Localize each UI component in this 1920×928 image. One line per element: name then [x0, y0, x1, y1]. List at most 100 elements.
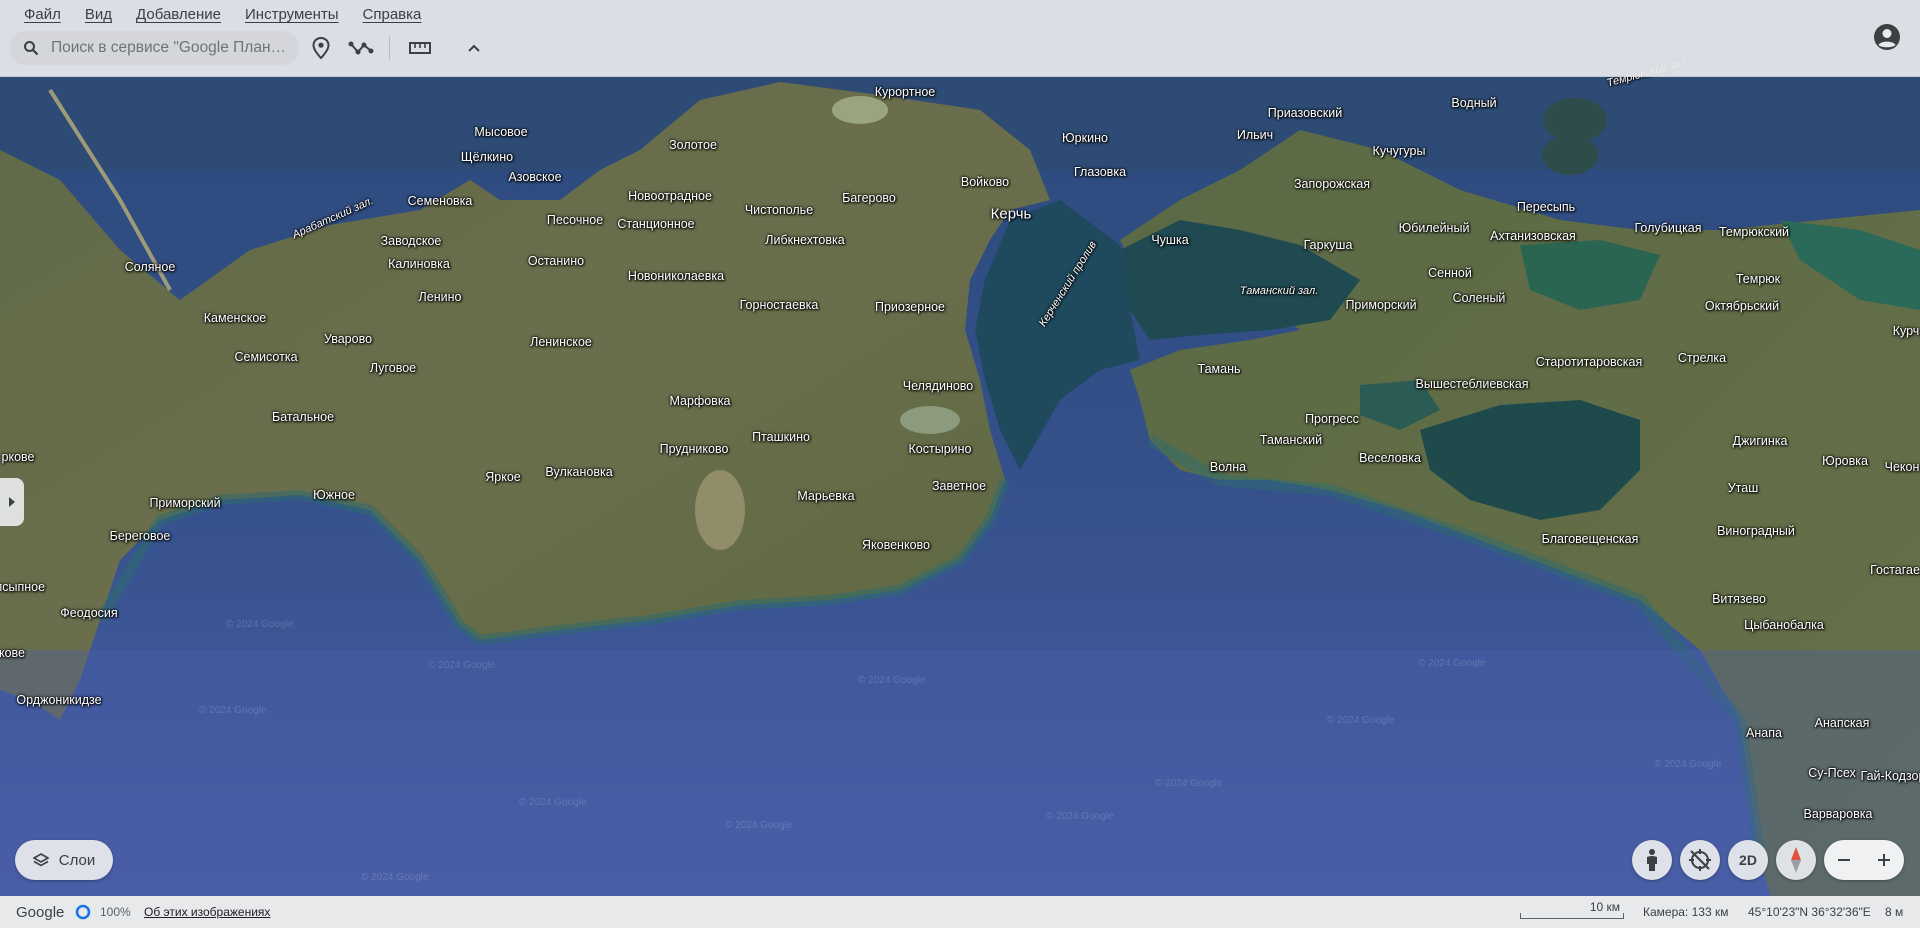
- layers-button[interactable]: Слои: [15, 840, 113, 880]
- place-label[interactable]: Запорожская: [1294, 177, 1370, 191]
- place-label[interactable]: Южное: [313, 488, 355, 502]
- menu-add[interactable]: Добавление: [124, 4, 233, 26]
- place-label[interactable]: Орджоникидзе: [16, 693, 101, 707]
- place-label[interactable]: Яковенково: [862, 538, 930, 552]
- place-label[interactable]: Волна: [1210, 460, 1246, 474]
- place-label[interactable]: лсыпное: [0, 580, 45, 594]
- place-label[interactable]: Юркино: [1062, 131, 1108, 145]
- place-label[interactable]: Таманский: [1260, 433, 1322, 447]
- place-label[interactable]: Гаркуша: [1304, 238, 1353, 252]
- place-label[interactable]: Прогресс: [1305, 412, 1359, 426]
- place-label[interactable]: Керчь: [991, 206, 1032, 223]
- place-label[interactable]: Гостагае: [1870, 563, 1920, 577]
- place-label[interactable]: Кучугуры: [1373, 144, 1426, 158]
- place-label[interactable]: Ильич: [1237, 128, 1273, 142]
- place-label[interactable]: Марфовка: [669, 394, 730, 408]
- place-label[interactable]: Багерово: [842, 191, 896, 205]
- place-label[interactable]: Каменское: [204, 311, 266, 325]
- path-button[interactable]: [343, 31, 379, 65]
- place-label[interactable]: Челядиново: [903, 379, 974, 393]
- ruler-button[interactable]: [402, 31, 438, 65]
- place-label[interactable]: Варваровка: [1804, 807, 1873, 821]
- menu-tools[interactable]: Инструменты: [233, 4, 351, 26]
- place-label[interactable]: Костырино: [909, 442, 972, 456]
- place-label[interactable]: Водный: [1451, 96, 1496, 110]
- place-label[interactable]: Семеновка: [408, 194, 473, 208]
- place-label[interactable]: Су-Псех: [1808, 766, 1856, 780]
- place-label[interactable]: Глазовка: [1074, 165, 1126, 179]
- compass-button[interactable]: [1776, 840, 1816, 880]
- place-label[interactable]: Семисотка: [234, 350, 297, 364]
- reset-tilt-button[interactable]: [1680, 840, 1720, 880]
- place-label[interactable]: Юровка: [1822, 454, 1868, 468]
- place-label[interactable]: Вышестеблиевская: [1416, 377, 1529, 391]
- place-label[interactable]: Ахтанизовская: [1490, 229, 1576, 243]
- place-label[interactable]: Войково: [961, 175, 1009, 189]
- place-label[interactable]: Витязево: [1712, 592, 1766, 606]
- place-label[interactable]: Старотитаровская: [1536, 355, 1643, 369]
- place-label[interactable]: Горностаевка: [740, 298, 819, 312]
- place-label[interactable]: Песочное: [547, 213, 603, 227]
- place-label[interactable]: Голубицкая: [1634, 221, 1701, 235]
- place-label[interactable]: Курч: [1893, 324, 1920, 338]
- place-label[interactable]: Цыбанобалка: [1744, 618, 1824, 632]
- place-label[interactable]: Батальное: [272, 410, 334, 424]
- place-label[interactable]: кове: [0, 646, 25, 660]
- placemark-button[interactable]: [303, 31, 339, 65]
- place-label[interactable]: Азовское: [508, 170, 561, 184]
- place-label[interactable]: Пересыпь: [1517, 200, 1575, 214]
- place-label[interactable]: Приазовский: [1268, 106, 1342, 120]
- place-label[interactable]: Заветное: [932, 479, 986, 493]
- place-label[interactable]: Чистополье: [745, 203, 813, 217]
- place-label[interactable]: Стрелка: [1678, 351, 1726, 365]
- place-label[interactable]: Феодосия: [60, 606, 117, 620]
- place-label[interactable]: Октябрьский: [1705, 299, 1779, 313]
- place-label[interactable]: Луговое: [370, 361, 416, 375]
- place-label[interactable]: Золотое: [669, 138, 717, 152]
- place-label[interactable]: Юбилейный: [1399, 221, 1470, 235]
- place-label[interactable]: Анапа: [1746, 726, 1782, 740]
- menu-view[interactable]: Вид: [73, 4, 124, 26]
- place-label[interactable]: Темрюкский: [1719, 225, 1789, 239]
- place-label[interactable]: Чушка: [1151, 233, 1188, 247]
- about-imagery-link[interactable]: Об этих изображениях: [144, 896, 270, 928]
- place-label[interactable]: Пташкино: [752, 430, 810, 444]
- menu-file[interactable]: Файл: [12, 4, 73, 26]
- place-label[interactable]: Калиновка: [388, 257, 450, 271]
- place-label[interactable]: Чекон: [1885, 460, 1920, 474]
- menu-help[interactable]: Справка: [351, 4, 434, 26]
- place-label[interactable]: Ленино: [419, 290, 462, 304]
- place-label[interactable]: Благовещенская: [1542, 532, 1639, 546]
- place-label[interactable]: Вулкановка: [545, 465, 612, 479]
- place-label[interactable]: Соляное: [125, 260, 176, 274]
- place-label[interactable]: Сенной: [1428, 266, 1472, 280]
- place-label[interactable]: Приморский: [1345, 298, 1416, 312]
- place-label[interactable]: Мысовое: [474, 125, 527, 139]
- place-label[interactable]: Щёлкино: [461, 150, 513, 164]
- place-label[interactable]: Уташ: [1728, 481, 1759, 495]
- account-icon[interactable]: [1872, 22, 1902, 52]
- place-label[interactable]: Прудниково: [660, 442, 729, 456]
- place-label[interactable]: Яркое: [485, 470, 521, 484]
- place-label[interactable]: Курортное: [875, 85, 936, 99]
- place-label[interactable]: Береговое: [110, 529, 171, 543]
- place-label[interactable]: Джигинка: [1733, 434, 1788, 448]
- place-label[interactable]: Приморский: [149, 496, 220, 510]
- place-label[interactable]: Темрюк: [1736, 272, 1780, 286]
- place-label[interactable]: Останино: [528, 254, 584, 268]
- view-mode-button[interactable]: 2D: [1728, 840, 1768, 880]
- street-view-button[interactable]: [1632, 840, 1672, 880]
- place-label[interactable]: Анапская: [1815, 716, 1870, 730]
- satellite-map[interactable]: Курортное Мысовое Щёлкино Азовское Золот…: [0, 0, 1920, 928]
- place-label[interactable]: Гай-Кодзор: [1861, 769, 1920, 783]
- place-label[interactable]: Веселовка: [1359, 451, 1421, 465]
- place-label[interactable]: Новоотрадное: [628, 189, 712, 203]
- place-label[interactable]: Либкнехтовка: [765, 233, 844, 247]
- place-label[interactable]: Тамань: [1198, 362, 1241, 376]
- place-label[interactable]: Станционное: [617, 217, 694, 231]
- place-label[interactable]: ркове: [2, 450, 35, 464]
- place-label[interactable]: Новониколаевка: [628, 269, 724, 283]
- place-label[interactable]: Марьевка: [797, 489, 854, 503]
- zoom-in-button[interactable]: [1864, 840, 1904, 880]
- zoom-out-button[interactable]: [1824, 840, 1864, 880]
